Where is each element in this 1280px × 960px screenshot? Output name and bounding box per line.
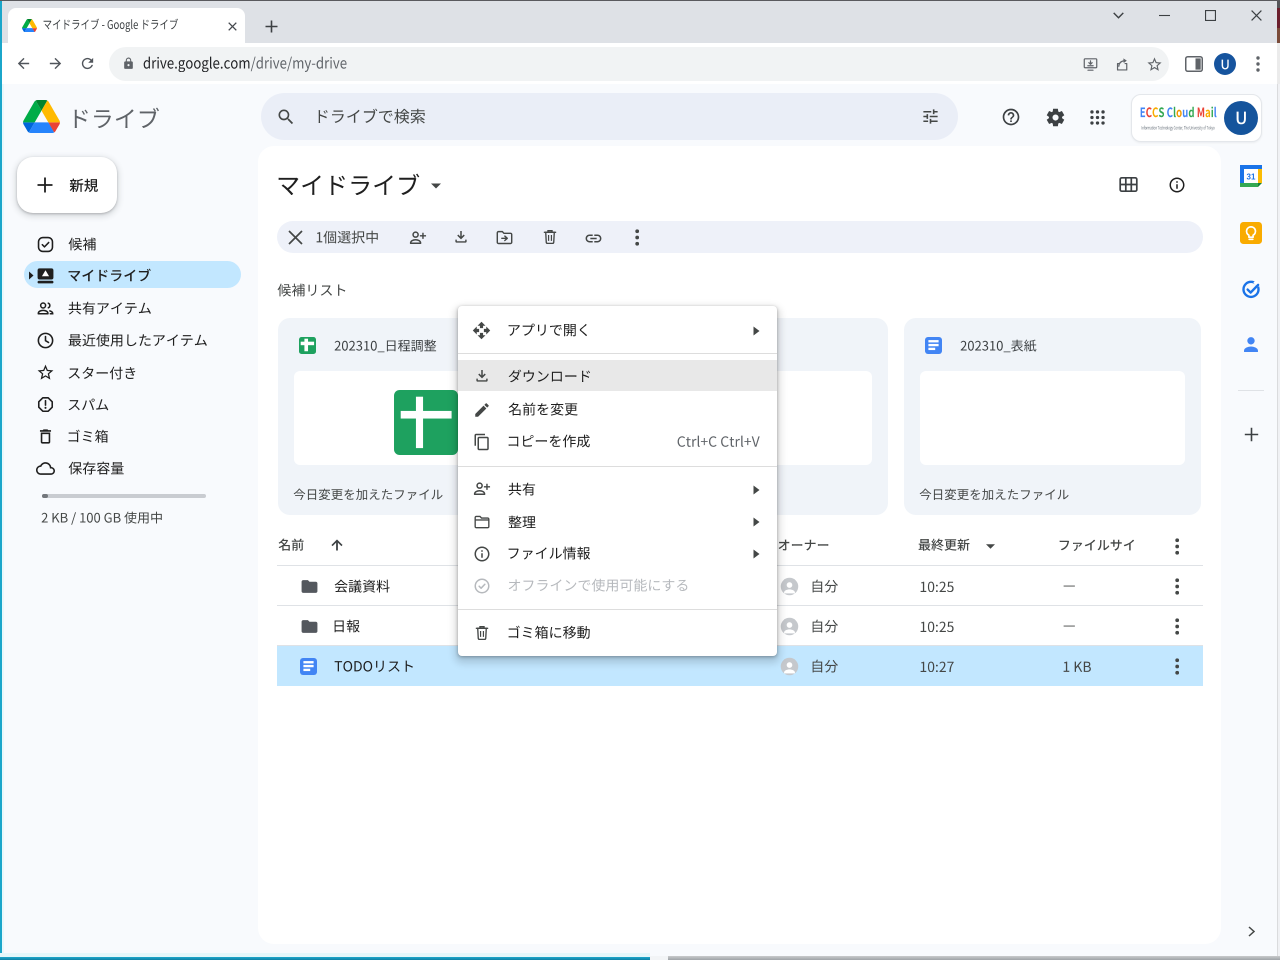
svg-text:31: 31 [1247,172,1256,181]
